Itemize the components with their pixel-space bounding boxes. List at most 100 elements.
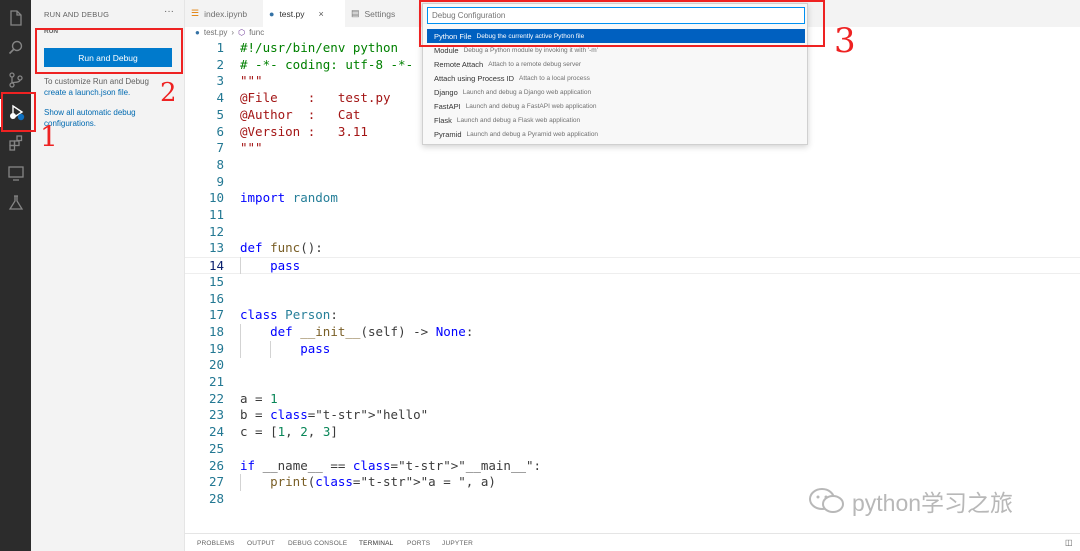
tab-label: test.py [279, 8, 305, 19]
code-text: pass [300, 340, 331, 356]
code-text: a = 1 [240, 390, 278, 406]
line-number: 17 [208, 307, 224, 323]
layout-icon[interactable]: ◫ [1065, 538, 1073, 547]
code-text: class Person: [240, 307, 338, 323]
tab-label: index.ipynb [204, 8, 248, 19]
code-line[interactable]: 24 c = [1, 2, 3] [185, 424, 1080, 441]
tab-output[interactable]: OUTPUT [247, 540, 275, 547]
code-text: pass [270, 258, 301, 274]
debug-option-label: FastAPI [434, 101, 461, 111]
debug-option[interactable]: Django Launch and debug a Django web appl… [427, 85, 805, 99]
tab-debug-console[interactable]: DEBUG CONSOLE [288, 540, 347, 547]
source-control-icon[interactable] [0, 66, 31, 94]
breadcrumb-file[interactable]: test.py [204, 28, 228, 37]
code-line[interactable]: 11 [185, 207, 1080, 224]
show-all-configurations-link[interactable]: Show all automatic debug configurations. [44, 107, 154, 129]
debug-option[interactable]: Attach using Process ID Attach to a local… [427, 71, 805, 85]
debug-option-description: Launch and debug a FastAPI web applicati… [465, 102, 597, 110]
tab-jupyter[interactable]: JUPYTER [442, 540, 473, 547]
create-launch-json-link[interactable]: create a launch.json file. [44, 87, 179, 98]
code-text: #!/usr/bin/env python [240, 40, 399, 55]
line-number: 9 [216, 173, 224, 189]
breadcrumb-symbol[interactable]: func [249, 28, 264, 37]
code-text: def func(): [240, 240, 323, 256]
code-line[interactable]: 20 [185, 357, 1080, 374]
customize-text: To customize Run and Debug create a laun… [44, 76, 179, 98]
code-text: @File : test.py [240, 90, 391, 106]
indent-guide [240, 474, 241, 491]
tab-index-ipynb[interactable]: ☰ index.ipynb [185, 0, 263, 27]
code-text: if __name__ == class="t-str">"__main__": [240, 457, 542, 473]
code-text: c = [1, 2, 3] [240, 424, 338, 440]
code-line[interactable]: 17 class Person: [185, 307, 1080, 324]
line-number: 21 [208, 374, 224, 389]
indent-guide [240, 324, 241, 358]
testing-icon[interactable] [0, 189, 31, 217]
code-line[interactable]: 23 b = class="t-str">"hello" [185, 407, 1080, 424]
line-number: 14 [208, 258, 224, 274]
annotation-number-three: 3 [834, 21, 856, 61]
code-line[interactable]: 25 [185, 441, 1080, 458]
line-number: 16 [208, 290, 224, 306]
tab-settings[interactable]: ▤ Settings [345, 0, 423, 27]
code-line[interactable]: 8 [185, 157, 1080, 174]
settings-file-icon: ▤ [351, 8, 360, 18]
files-icon[interactable] [0, 4, 31, 32]
tab-test-py[interactable]: ● test.py × [263, 0, 345, 27]
code-line[interactable]: 26 if __name__ == class="t-str">"__main__… [185, 458, 1080, 475]
line-number: 20 [208, 357, 224, 373]
debug-option[interactable]: Remote Attach Attach to a remote debug se… [427, 57, 805, 71]
code-text: @Version : 3.11 [240, 123, 368, 139]
line-number: 11 [208, 207, 224, 222]
debug-option-label: Flask [434, 115, 452, 125]
line-number: 15 [208, 273, 224, 289]
line-number: 13 [208, 240, 224, 256]
debug-option-label: Remote Attach [434, 59, 484, 69]
debug-option[interactable]: FastAPI Launch and debug a FastAPI web ap… [427, 99, 805, 113]
panel-tabs: PROBLEMS OUTPUT DEBUG CONSOLE TERMINAL P… [185, 533, 1080, 551]
tab-ports[interactable]: PORTS [407, 540, 430, 547]
indent-guide [270, 341, 271, 358]
code-line[interactable]: 12 [185, 224, 1080, 241]
tab-terminal[interactable]: TERMINAL [359, 540, 393, 547]
code-line[interactable]: 21 [185, 374, 1080, 391]
debug-option[interactable]: Flask Launch and debug a Flask web applic… [427, 113, 805, 127]
annotation-number-one: 1 [40, 120, 58, 153]
code-line[interactable]: 10 import random [185, 190, 1080, 207]
code-line[interactable]: 22 a = 1 [185, 391, 1080, 408]
line-number: 10 [208, 190, 224, 206]
code-line[interactable]: 16 [185, 291, 1080, 308]
tab-problems[interactable]: PROBLEMS [197, 540, 235, 547]
annotation-number-two: 2 [160, 78, 177, 108]
watermark: python学习之旅 [808, 484, 1013, 518]
code-line[interactable]: 15 [185, 274, 1080, 291]
line-number: 18 [208, 323, 224, 339]
debug-option[interactable]: Pyramid Launch and debug a Pyramid web ap… [427, 127, 805, 141]
line-number: 2 [216, 56, 224, 72]
breadcrumb-separator: › [231, 28, 235, 37]
line-number: 26 [208, 457, 224, 473]
code-line[interactable]: 19 pass [185, 341, 1080, 358]
debug-option-description: Launch and debug a Flask web application [456, 116, 581, 124]
extensions-icon[interactable] [0, 129, 31, 157]
code-line[interactable]: 14 pass [185, 257, 1080, 274]
line-number: 12 [208, 223, 224, 239]
debug-option-label: Pyramid [434, 129, 462, 139]
debug-option-description: Attach to a local process [519, 74, 590, 82]
code-text: @Author : Cat [240, 106, 361, 122]
more-actions-icon[interactable]: ··· [164, 6, 174, 17]
code-line[interactable]: 13 def func(): [185, 240, 1080, 257]
remote-explorer-icon[interactable] [0, 159, 31, 187]
line-number: 25 [208, 440, 224, 456]
search-icon[interactable] [0, 34, 31, 62]
tab-label: Settings [364, 8, 396, 19]
python-icon: ● [195, 28, 200, 37]
line-number: 7 [216, 140, 224, 156]
line-number: 8 [216, 156, 224, 172]
breadcrumb: ● test.py › ⬡ func [195, 28, 264, 37]
code-line[interactable]: 18 def __init__(self) -> None: [185, 324, 1080, 341]
code-line[interactable]: 9 [185, 174, 1080, 191]
debug-option-description: Launch and debug a Pyramid web applicati… [466, 130, 599, 138]
line-number: 28 [208, 490, 224, 506]
close-icon[interactable]: × [318, 9, 323, 19]
